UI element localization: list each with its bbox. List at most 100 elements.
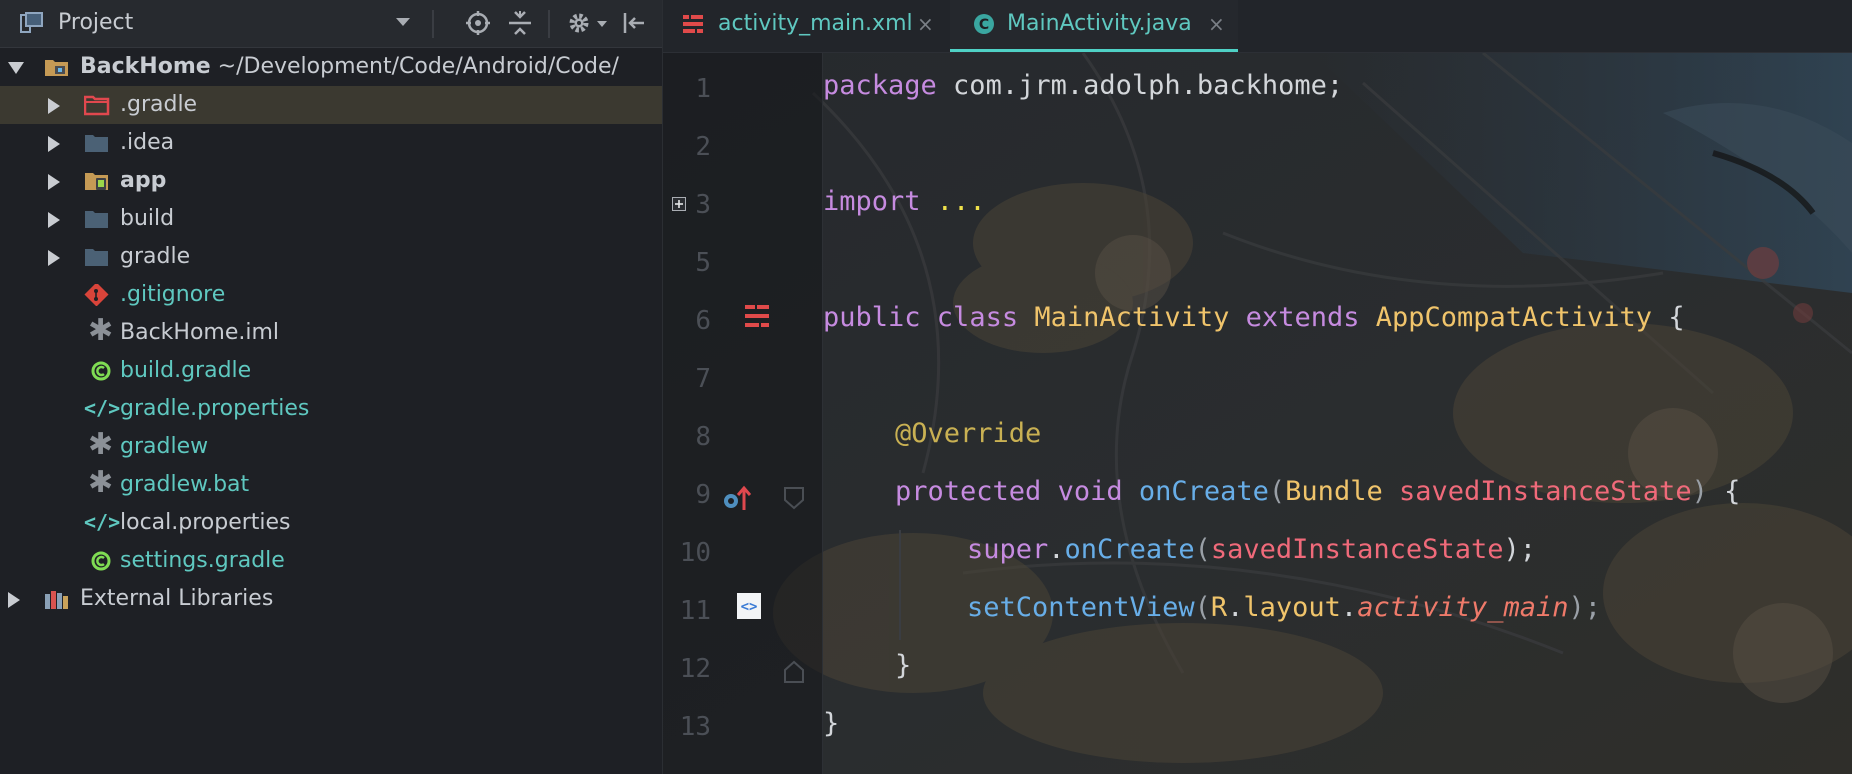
- tree-item-gradle-properties[interactable]: </> gradle.properties: [0, 390, 662, 428]
- tree-item-label: .gitignore: [120, 282, 226, 307]
- tree-item-backhome[interactable]: BackHome ~/Development/Code/Android/Code…: [0, 48, 662, 86]
- tree-item-label: gradlew.bat: [120, 472, 250, 497]
- code-token: onCreate: [1064, 534, 1195, 565]
- code-token: .: [1227, 592, 1244, 623]
- tree-item-idea[interactable]: .idea: [0, 124, 662, 162]
- folder-icon: [85, 249, 108, 266]
- properties-icon: </>: [84, 510, 121, 534]
- collapsed-arrow-icon[interactable]: [48, 98, 60, 114]
- collapsed-arrow-icon[interactable]: [8, 592, 20, 608]
- related-layout-icon[interactable]: [743, 303, 773, 329]
- tree-item-label: gradle.properties: [120, 396, 310, 421]
- code-token: super: [967, 534, 1049, 565]
- code-token: package: [823, 70, 937, 101]
- folder-icon: [85, 135, 108, 152]
- expanded-arrow-icon[interactable]: [8, 62, 24, 74]
- locate-file-icon[interactable]: [464, 9, 492, 37]
- ide-window: Project BackHome ~/Development/Code/Andr…: [0, 0, 1852, 774]
- folded-imports[interactable]: ...: [921, 186, 986, 217]
- tree-item-label: settings.gradle: [120, 548, 285, 573]
- line-number: 9: [695, 480, 711, 510]
- close-icon[interactable]: ×: [1208, 12, 1225, 36]
- tree-item-gitignore[interactable]: .gitignore: [0, 276, 662, 314]
- code-token: @Override: [895, 418, 1042, 449]
- code-token: (: [1194, 534, 1211, 565]
- tree-item-app[interactable]: app: [0, 162, 662, 200]
- svg-text:<>: <>: [741, 599, 758, 615]
- libraries-icon: [45, 591, 68, 609]
- gear-chevron-icon[interactable]: [597, 21, 607, 27]
- code-line-8[interactable]: @Override: [895, 418, 1041, 449]
- tree-item-settings-gradle[interactable]: settings.gradle: [0, 542, 662, 580]
- tab-mainactivity-java[interactable]: C MainActivity.java ×: [950, 0, 1238, 52]
- code-token: onCreate: [1122, 476, 1269, 507]
- line-number: 12: [679, 654, 711, 684]
- project-panel-header: Project: [0, 0, 662, 48]
- code-line-1[interactable]: package com.jrm.adolph.backhome;: [823, 70, 1343, 101]
- chevron-down-icon[interactable]: [396, 18, 410, 26]
- line-number: 10: [679, 538, 711, 568]
- code-line-6[interactable]: public class MainActivity extends AppCom…: [823, 302, 1685, 333]
- tree-item-label: .gradle: [120, 92, 198, 117]
- overrides-method-icon[interactable]: [723, 484, 751, 512]
- tree-item-backhome-iml[interactable]: ✱ BackHome.iml: [0, 314, 662, 352]
- gear-icon[interactable]: [566, 9, 594, 37]
- code-line-3[interactable]: import ...: [823, 186, 986, 217]
- line-number: 13: [679, 712, 711, 742]
- fold-method-icon[interactable]: [783, 486, 805, 510]
- code-token: );: [1568, 592, 1602, 623]
- tree-item-build-gradle[interactable]: build.gradle: [0, 352, 662, 390]
- layout-preview-icon[interactable]: <>: [736, 592, 762, 620]
- git-icon: [84, 284, 109, 306]
- tree-item-label: BackHome ~/Development/Code/Android/Code…: [80, 54, 619, 79]
- line-number: 11: [679, 596, 711, 626]
- collapsed-arrow-icon[interactable]: [48, 174, 60, 190]
- collapsed-arrow-icon[interactable]: [48, 136, 60, 152]
- code-line-11[interactable]: setContentView(R.layout.activity_main);: [967, 592, 1601, 623]
- code-token: {: [1652, 302, 1685, 333]
- line-number: 3: [695, 190, 711, 220]
- layout-xml-icon: [683, 15, 703, 33]
- code-line-13[interactable]: }: [823, 708, 839, 739]
- fold-end-icon[interactable]: [783, 660, 805, 684]
- code-line-10[interactable]: super.onCreate(savedInstanceState);: [967, 534, 1536, 565]
- tree-item-label: build.gradle: [120, 358, 252, 383]
- tree-item-label: gradlew: [120, 434, 209, 459]
- tree-item-gradlew-bat[interactable]: ✱ gradlew.bat: [0, 466, 662, 504]
- tree-item-gradle[interactable]: gradle: [0, 238, 662, 276]
- code-token: (: [1194, 592, 1211, 623]
- project-name: BackHome: [80, 54, 211, 79]
- editor-background-image: [663, 53, 1852, 774]
- collapsed-arrow-icon[interactable]: [48, 250, 60, 266]
- android-module-icon: [85, 173, 108, 190]
- tree-item-dot-gradle[interactable]: .gradle: [0, 86, 662, 124]
- tree-item-gradlew[interactable]: ✱ gradlew: [0, 428, 662, 466]
- code-token: setContentView: [967, 592, 1195, 623]
- gradle-icon: [91, 361, 111, 381]
- tree-item-local-properties[interactable]: </> local.properties: [0, 504, 662, 542]
- code-line-9[interactable]: protected void onCreate(Bundle savedInst…: [895, 476, 1740, 507]
- code-token: .: [1048, 534, 1065, 565]
- tab-activity-main-xml[interactable]: activity_main.xml ×: [663, 0, 945, 52]
- line-number: 6: [695, 306, 711, 336]
- code-token: Bundle: [1285, 476, 1383, 507]
- close-icon[interactable]: ×: [917, 12, 934, 36]
- code-token: (: [1268, 476, 1286, 507]
- code-line-12[interactable]: }: [895, 650, 911, 681]
- tab-label: activity_main.xml: [718, 11, 913, 36]
- tree-item-build[interactable]: build: [0, 200, 662, 238]
- line-number: 8: [695, 422, 711, 452]
- code-token: void: [1041, 476, 1123, 507]
- hide-panel-icon[interactable]: [620, 9, 648, 37]
- toolbar-separator: [548, 10, 550, 38]
- editor-tabs: activity_main.xml × C MainActivity.java …: [663, 0, 1852, 53]
- svg-text:C: C: [979, 17, 989, 33]
- tree-item-external-libraries[interactable]: External Libraries: [0, 580, 662, 618]
- java-class-icon: C: [974, 14, 994, 34]
- collapsed-arrow-icon[interactable]: [48, 212, 60, 228]
- collapse-all-icon[interactable]: [506, 9, 534, 37]
- project-view-selector[interactable]: Project: [58, 10, 133, 35]
- expand-fold-icon[interactable]: [672, 197, 686, 211]
- code-token: savedInstanceState: [1210, 534, 1504, 565]
- code-token: MainActivity: [1018, 302, 1230, 333]
